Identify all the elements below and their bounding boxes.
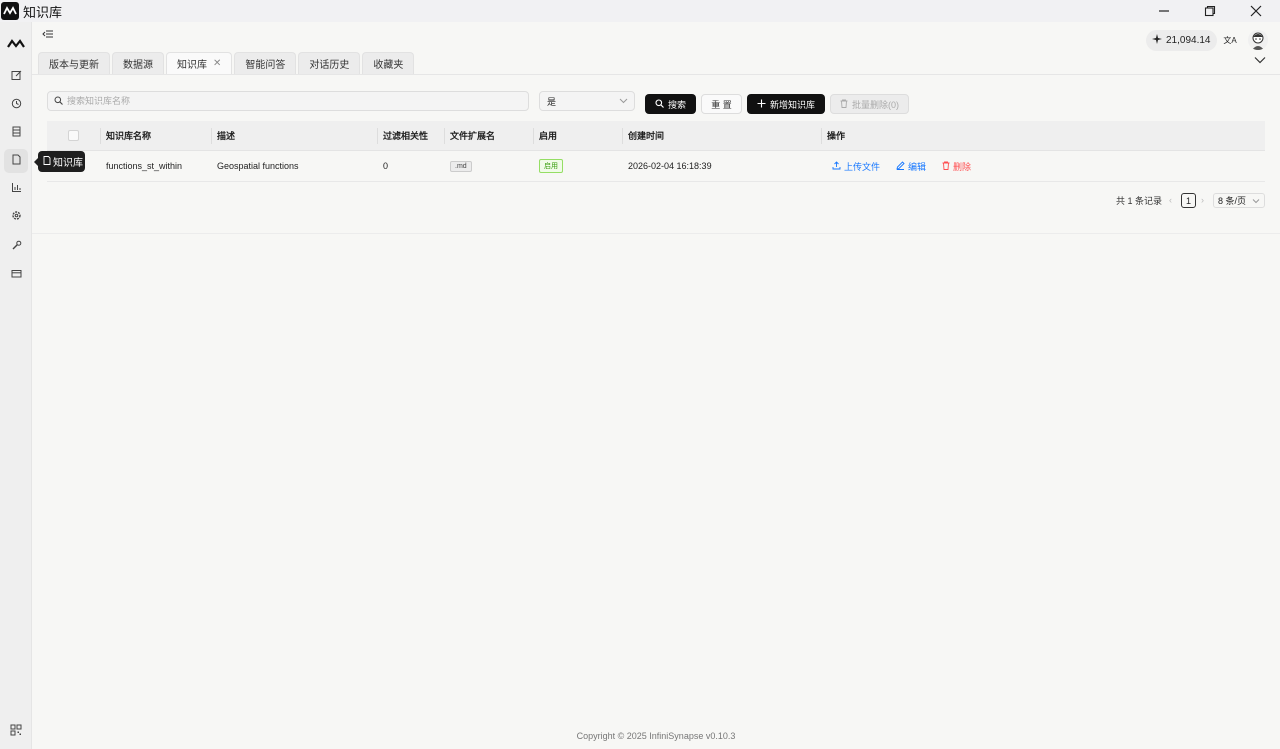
tab-qa[interactable]: 智能问答 — [234, 52, 297, 74]
sidebar-item-billing[interactable] — [4, 263, 28, 287]
cell-relevance: 0 — [383, 161, 389, 171]
chevron-down-icon — [1252, 197, 1260, 207]
document-icon — [11, 154, 22, 168]
page-size-select[interactable]: 8 条/页 — [1213, 193, 1265, 208]
chevron-down-icon[interactable] — [1254, 54, 1268, 68]
sidebar-item-edit[interactable] — [4, 65, 28, 89]
document-icon — [43, 155, 51, 168]
column-header: 操作 — [821, 121, 1265, 150]
select-all-cell — [47, 121, 100, 150]
search-icon — [655, 98, 664, 110]
sidebar-item-knowledge[interactable] — [4, 149, 28, 173]
card-icon — [11, 268, 22, 282]
sidebar — [0, 22, 32, 749]
cell-description: Geospatial functions — [217, 161, 299, 171]
tab-history[interactable]: 对话历史 — [298, 52, 361, 74]
chevron-down-icon — [619, 96, 628, 107]
column-header: 知识库名称 — [100, 121, 211, 150]
tab-divider — [32, 74, 1280, 75]
minimize-button[interactable] — [1141, 0, 1187, 22]
tab-knowledge[interactable]: 知识库 ✕ — [166, 52, 233, 74]
search-box — [47, 91, 529, 111]
tooltip-text: 知识库 — [53, 158, 83, 169]
table-row[interactable]: functions_st_within Geospatial functions… — [47, 151, 1265, 182]
sidebar-tooltip: 知识库 — [34, 151, 85, 172]
table-header: 知识库名称 描述 过滤相关性 文件扩展名 启用 创建时间 操作 — [47, 121, 1265, 151]
restore-button[interactable] — [1187, 0, 1233, 22]
sidebar-item-tools[interactable] — [4, 235, 28, 259]
collapse-menu-icon[interactable] — [42, 28, 56, 42]
edit-link[interactable]: 编辑 — [896, 160, 926, 173]
pagination-total: 共 1 条记录 — [1116, 195, 1163, 206]
balance-value: 21,094.14 — [1166, 35, 1211, 46]
add-knowledge-button[interactable]: 新增知识库 — [747, 94, 825, 114]
sidebar-item-history[interactable] — [4, 93, 28, 117]
prev-page-icon[interactable]: ‹ — [1169, 192, 1172, 208]
search-button[interactable]: 搜索 — [645, 94, 696, 114]
search-icon — [54, 94, 63, 108]
close-window-button[interactable] — [1233, 0, 1279, 22]
footer-copyright: Copyright © 2025 InfiniSynapse v0.10.3 — [576, 731, 736, 741]
next-page-icon[interactable]: › — [1201, 192, 1204, 208]
trash-icon — [840, 99, 848, 110]
sidebar-item-chart[interactable] — [4, 177, 28, 201]
column-header: 启用 — [533, 121, 622, 150]
content-divider — [32, 233, 1280, 234]
upload-file-link[interactable]: 上传文件 — [832, 160, 880, 173]
history-icon — [11, 98, 22, 112]
enabled-filter-select[interactable]: 是 — [539, 91, 635, 111]
cell-extension: .md — [444, 151, 533, 181]
plus-icon — [757, 99, 766, 110]
column-header: 描述 — [211, 121, 377, 150]
trash-icon — [942, 161, 950, 172]
edit-icon — [11, 70, 22, 84]
database-icon — [11, 126, 22, 140]
column-header: 文件扩展名 — [444, 121, 533, 150]
search-input[interactable] — [67, 96, 507, 106]
sidebar-item-datasource[interactable] — [4, 121, 28, 145]
avatar[interactable] — [1248, 30, 1268, 50]
cell-name: functions_st_within — [106, 161, 183, 171]
sidebar-item-settings[interactable] — [4, 205, 28, 229]
chart-icon — [11, 182, 22, 196]
upload-icon — [832, 160, 841, 172]
title-bar: 知识库 — [0, 0, 1280, 22]
status-badge: 启用 — [539, 159, 563, 173]
tab-favorites[interactable]: 收藏夹 — [362, 52, 415, 74]
knowledge-table: 知识库名称 描述 过滤相关性 文件扩展名 启用 创建时间 操作 function… — [47, 121, 1265, 182]
window-title: 知识库 — [23, 4, 63, 20]
cell-enabled: 启用 — [533, 151, 622, 181]
tab-bar: 版本与更新 数据源 知识库 ✕ 智能问答 对话历史 收藏夹 — [38, 52, 415, 74]
extension-tag: .md — [450, 160, 472, 172]
column-header: 过滤相关性 — [377, 121, 444, 150]
sparkle-icon — [1152, 34, 1162, 47]
column-header: 创建时间 — [622, 121, 821, 150]
reset-button[interactable]: 重 置 — [701, 94, 742, 114]
cell-created: 2026-02-04 16:18:39 — [628, 161, 712, 171]
gear-icon — [11, 210, 22, 224]
tab-datasource[interactable]: 数据源 — [112, 52, 164, 74]
select-all-checkbox[interactable] — [68, 130, 79, 141]
edit-icon — [896, 160, 905, 172]
page-number[interactable]: 1 — [1181, 193, 1196, 208]
close-icon[interactable]: ✕ — [213, 58, 221, 69]
batch-delete-button[interactable]: 批量删除(0) — [830, 94, 909, 114]
tool-icon — [11, 240, 22, 254]
balance-badge[interactable]: 21,094.14 — [1146, 30, 1217, 51]
cell-actions: 上传文件 编辑 删除 — [821, 151, 1265, 181]
language-icon[interactable]: 文A — [1222, 32, 1238, 48]
tab-updates[interactable]: 版本与更新 — [38, 52, 110, 74]
app-logo-icon — [1, 2, 19, 20]
delete-link[interactable]: 删除 — [942, 160, 971, 173]
brand-logo-icon[interactable] — [4, 32, 28, 56]
